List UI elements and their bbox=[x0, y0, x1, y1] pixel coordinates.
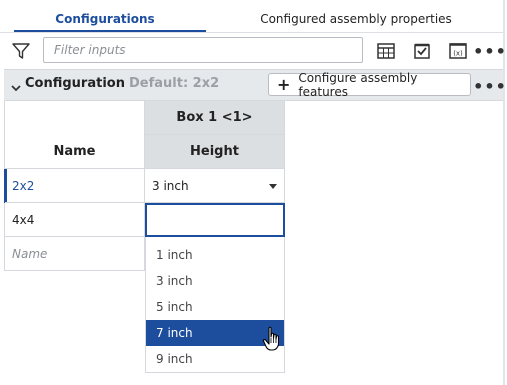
checkbox-icon[interactable] bbox=[411, 40, 433, 62]
chevron-down-icon[interactable] bbox=[10, 79, 22, 92]
name-column-header: Name bbox=[5, 101, 145, 169]
height-value: 3 inch bbox=[152, 178, 189, 193]
height-select-4x4-editing[interactable] bbox=[145, 203, 285, 237]
tab-configurations[interactable]: Configurations bbox=[14, 8, 196, 30]
more-icon[interactable]: ••• bbox=[473, 40, 506, 62]
default-configuration-label: Default: 2x2 bbox=[129, 76, 220, 91]
filter-input[interactable] bbox=[52, 42, 354, 58]
option-5-inch[interactable]: 5 inch bbox=[146, 294, 284, 320]
row-name-2x2[interactable]: 2x2 bbox=[5, 169, 145, 203]
height-column-header: Height bbox=[145, 135, 285, 169]
variable-icon[interactable]: (x) bbox=[447, 40, 469, 62]
row-name-4x4[interactable]: 4x4 bbox=[5, 203, 145, 237]
plus-icon: + bbox=[277, 74, 291, 94]
height-select-2x2[interactable]: 3 inch bbox=[145, 169, 285, 203]
filter-icon[interactable] bbox=[10, 40, 32, 62]
section-more-icon[interactable]: ••• bbox=[473, 75, 506, 97]
option-1-inch[interactable]: 1 inch bbox=[146, 242, 284, 268]
section-title: Configuration bbox=[25, 76, 125, 91]
new-row-name-input[interactable]: Name bbox=[5, 237, 145, 271]
dropdown-caret-icon bbox=[269, 184, 277, 189]
option-3-inch[interactable]: 3 inch bbox=[146, 268, 284, 294]
filter-inputs-field[interactable] bbox=[43, 37, 363, 63]
configure-button-label: Configure assembly features bbox=[298, 70, 418, 99]
configure-assembly-features-button[interactable]: + Configure assembly features bbox=[268, 70, 471, 99]
tab-divider bbox=[0, 32, 503, 33]
part-column-header: Box 1 <1> bbox=[145, 101, 285, 135]
hand-cursor-icon bbox=[262, 326, 282, 352]
svg-text:(x): (x) bbox=[453, 50, 463, 58]
table-icon[interactable] bbox=[375, 40, 397, 62]
tab-configured-assembly-properties[interactable]: Configured assembly properties bbox=[218, 8, 494, 30]
